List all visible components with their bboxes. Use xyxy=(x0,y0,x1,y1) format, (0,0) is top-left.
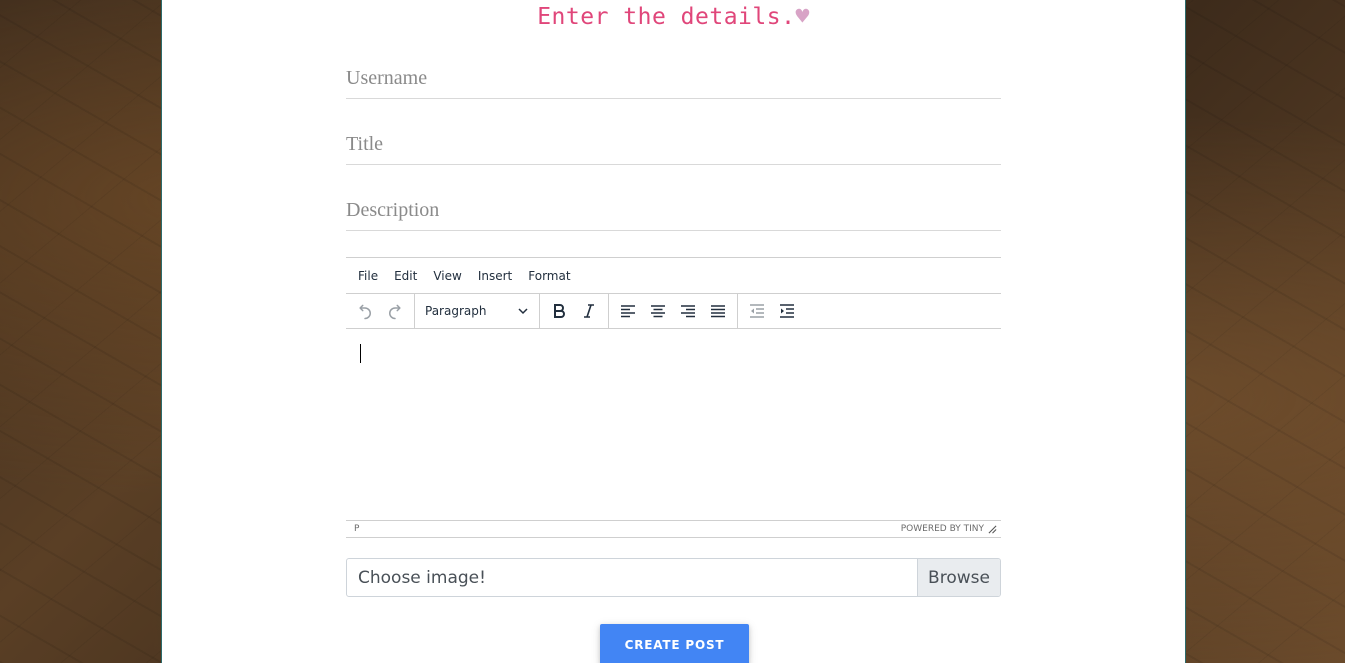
editor-menubar: File Edit View Insert Format xyxy=(346,258,1001,294)
undo-icon xyxy=(359,304,371,320)
undo-button[interactable] xyxy=(350,297,380,325)
menu-format[interactable]: Format xyxy=(520,265,578,287)
editor-content[interactable] xyxy=(346,329,1001,519)
history-group xyxy=(346,294,415,328)
create-post-button[interactable]: CREATE POST xyxy=(600,624,749,663)
bold-button[interactable] xyxy=(544,297,574,325)
indent-icon xyxy=(780,304,794,318)
outdent-icon xyxy=(750,304,764,318)
statusbar-right: POWERED BY TINY xyxy=(901,524,997,534)
browse-button[interactable]: Browse xyxy=(917,559,1000,596)
bold-icon xyxy=(554,304,565,318)
powered-by-link[interactable]: POWERED BY TINY xyxy=(901,524,984,534)
align-right-button[interactable] xyxy=(673,297,703,325)
username-input[interactable] xyxy=(346,59,1001,99)
description-input[interactable] xyxy=(346,191,1001,231)
redo-button[interactable] xyxy=(380,297,410,325)
menu-insert[interactable]: Insert xyxy=(470,265,520,287)
block-format-group: Paragraph xyxy=(415,294,540,328)
menu-view[interactable]: View xyxy=(425,265,469,287)
align-center-button[interactable] xyxy=(643,297,673,325)
text-caret xyxy=(360,344,361,363)
image-file-input[interactable]: Choose image! Browse xyxy=(346,558,1001,597)
block-format-select[interactable]: Paragraph xyxy=(419,297,535,325)
editor-statusbar: P POWERED BY TINY xyxy=(346,520,1001,538)
page-heading: Enter the details.♥ xyxy=(162,4,1185,30)
align-right-icon xyxy=(681,305,695,318)
title-input[interactable] xyxy=(346,125,1001,165)
align-left-icon xyxy=(621,305,635,318)
rich-text-editor: File Edit View Insert Format Paragraph P… xyxy=(346,257,1001,538)
align-justify-icon xyxy=(711,305,725,318)
align-justify-button[interactable] xyxy=(703,297,733,325)
heart-icon: ♥ xyxy=(795,4,810,30)
align-left-button[interactable] xyxy=(613,297,643,325)
align-center-icon xyxy=(651,305,665,318)
menu-file[interactable]: File xyxy=(350,265,386,287)
element-path[interactable]: P xyxy=(354,524,359,534)
resize-handle-icon[interactable] xyxy=(988,525,997,534)
italic-icon xyxy=(584,304,594,318)
menu-edit[interactable]: Edit xyxy=(386,265,425,287)
form-panel: Enter the details.♥ File Edit View Inser… xyxy=(161,0,1186,663)
alignment-group xyxy=(609,294,738,328)
block-format-value: Paragraph xyxy=(425,304,487,318)
heading-text: Enter the details. xyxy=(537,4,796,30)
indent-group xyxy=(738,294,806,328)
file-input-label: Choose image! xyxy=(358,567,486,588)
outdent-button[interactable] xyxy=(742,297,772,325)
text-style-group xyxy=(540,294,609,328)
editor-toolbar: Paragraph xyxy=(346,294,1001,329)
italic-button[interactable] xyxy=(574,297,604,325)
chevron-down-icon xyxy=(518,308,528,315)
redo-icon xyxy=(389,304,401,320)
indent-button[interactable] xyxy=(772,297,802,325)
